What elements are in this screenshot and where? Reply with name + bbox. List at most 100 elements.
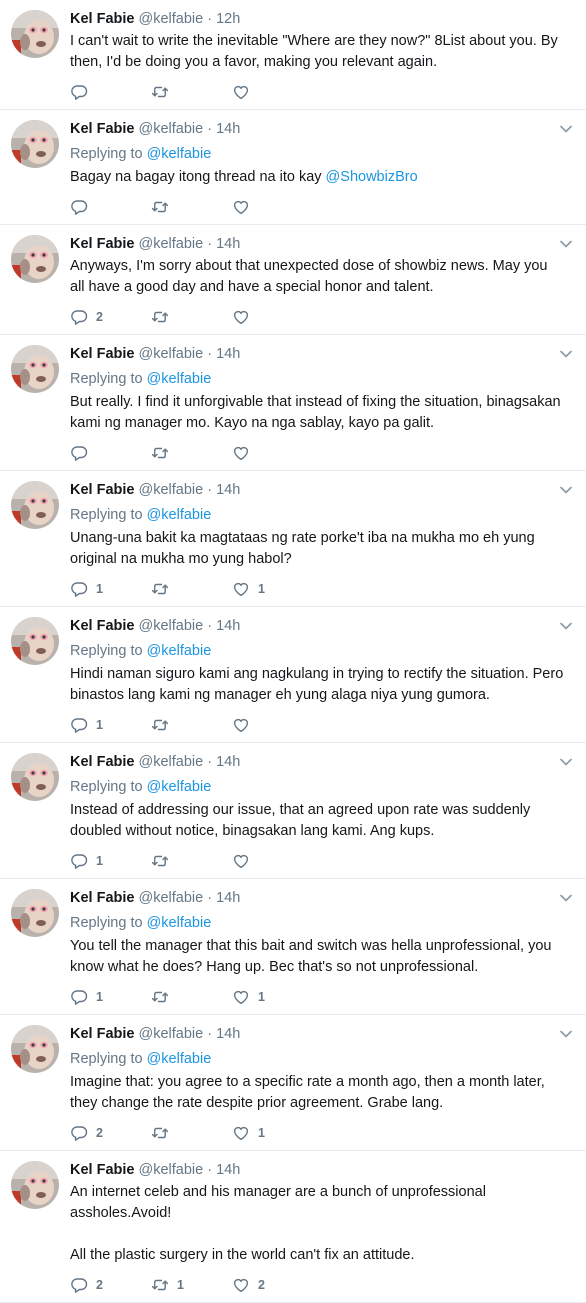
like-button[interactable] xyxy=(232,444,313,462)
heart-icon[interactable] xyxy=(232,716,250,734)
heart-icon[interactable] xyxy=(232,198,250,216)
author-handle[interactable]: @kelfabie xyxy=(139,1026,204,1042)
author-handle[interactable]: @kelfabie xyxy=(139,754,204,770)
reply-icon[interactable] xyxy=(70,444,88,462)
replying-to-link[interactable]: @kelfabie xyxy=(147,146,212,162)
heart-icon[interactable] xyxy=(232,852,250,870)
retweet-icon[interactable] xyxy=(151,198,169,216)
replying-to-link[interactable]: @kelfabie xyxy=(147,1051,212,1067)
tweet[interactable]: Kel Fabie @kelfabie · 14h Replying to @ke… xyxy=(0,743,586,879)
avatar[interactable] xyxy=(11,235,59,283)
reply-icon[interactable] xyxy=(70,308,88,326)
retweet-button[interactable] xyxy=(151,852,232,870)
retweet-button[interactable] xyxy=(151,988,232,1006)
avatar[interactable] xyxy=(11,481,59,529)
author-handle[interactable]: @kelfabie xyxy=(139,890,204,906)
retweet-button[interactable] xyxy=(151,580,232,598)
retweet-icon[interactable] xyxy=(151,852,169,870)
retweet-icon[interactable] xyxy=(151,1124,169,1142)
chevron-down-icon[interactable] xyxy=(559,755,573,769)
author-name[interactable]: Kel Fabie xyxy=(70,1026,134,1042)
reply-button[interactable]: 1 xyxy=(70,716,151,734)
retweet-button[interactable] xyxy=(151,83,232,101)
avatar[interactable] xyxy=(11,753,59,801)
tweet[interactable]: Kel Fabie @kelfabie · 14h Replying to @ke… xyxy=(0,110,586,225)
retweet-icon[interactable] xyxy=(151,83,169,101)
timestamp[interactable]: 14h xyxy=(216,482,240,498)
tweet[interactable]: Kel Fabie @kelfabie · 14h Replying to @ke… xyxy=(0,879,586,1015)
replying-to-link[interactable]: @kelfabie xyxy=(147,915,212,931)
retweet-button[interactable]: 1 xyxy=(151,1276,232,1294)
replying-to-link[interactable]: @kelfabie xyxy=(147,779,212,795)
timestamp[interactable]: 14h xyxy=(216,1026,240,1042)
reply-button[interactable] xyxy=(70,444,151,462)
like-button[interactable]: 1 xyxy=(232,580,313,598)
timestamp[interactable]: 14h xyxy=(216,346,240,362)
timestamp[interactable]: 12h xyxy=(216,11,240,27)
tweet[interactable]: Kel Fabie @kelfabie · 14h Replying to @ke… xyxy=(0,607,586,743)
reply-button[interactable] xyxy=(70,198,151,216)
avatar[interactable] xyxy=(11,120,59,168)
author-handle[interactable]: @kelfabie xyxy=(139,618,204,634)
timestamp[interactable]: 14h xyxy=(216,890,240,906)
replying-to-link[interactable]: @kelfabie xyxy=(147,643,212,659)
chevron-down-icon[interactable] xyxy=(559,347,573,361)
author-name[interactable]: Kel Fabie xyxy=(70,1162,134,1178)
author-handle[interactable]: @kelfabie xyxy=(139,346,204,362)
author-name[interactable]: Kel Fabie xyxy=(70,346,134,362)
retweet-icon[interactable] xyxy=(151,1276,169,1294)
heart-icon[interactable] xyxy=(232,444,250,462)
reply-button[interactable]: 2 xyxy=(70,1276,151,1294)
reply-button[interactable]: 1 xyxy=(70,580,151,598)
retweet-button[interactable] xyxy=(151,1124,232,1142)
like-button[interactable]: 2 xyxy=(232,1276,313,1294)
timestamp[interactable]: 14h xyxy=(216,121,240,137)
reply-icon[interactable] xyxy=(70,1276,88,1294)
tweet[interactable]: Kel Fabie @kelfabie · 14h Anyways, I'm so… xyxy=(0,225,586,335)
reply-icon[interactable] xyxy=(70,988,88,1006)
author-name[interactable]: Kel Fabie xyxy=(70,236,134,252)
chevron-down-icon[interactable] xyxy=(559,237,573,251)
author-handle[interactable]: @kelfabie xyxy=(139,11,204,27)
reply-button[interactable]: 2 xyxy=(70,1124,151,1142)
reply-icon[interactable] xyxy=(70,580,88,598)
chevron-down-icon[interactable] xyxy=(559,122,573,136)
heart-icon[interactable] xyxy=(232,308,250,326)
retweet-icon[interactable] xyxy=(151,444,169,462)
replying-to-link[interactable]: @kelfabie xyxy=(147,371,212,387)
chevron-down-icon[interactable] xyxy=(559,619,573,633)
avatar[interactable] xyxy=(11,889,59,937)
tweet[interactable]: Kel Fabie @kelfabie · 12h I can't wait to… xyxy=(0,0,586,110)
retweet-icon[interactable] xyxy=(151,716,169,734)
retweet-button[interactable] xyxy=(151,444,232,462)
retweet-icon[interactable] xyxy=(151,988,169,1006)
like-button[interactable]: 1 xyxy=(232,1124,313,1142)
author-handle[interactable]: @kelfabie xyxy=(139,1162,204,1178)
reply-button[interactable]: 2 xyxy=(70,308,151,326)
heart-icon[interactable] xyxy=(232,988,250,1006)
timestamp[interactable]: 14h xyxy=(216,1162,240,1178)
retweet-button[interactable] xyxy=(151,198,232,216)
like-button[interactable] xyxy=(232,308,313,326)
reply-button[interactable]: 1 xyxy=(70,988,151,1006)
like-button[interactable] xyxy=(232,852,313,870)
author-name[interactable]: Kel Fabie xyxy=(70,618,134,634)
author-name[interactable]: Kel Fabie xyxy=(70,121,134,137)
chevron-down-icon[interactable] xyxy=(559,891,573,905)
author-handle[interactable]: @kelfabie xyxy=(139,121,204,137)
author-name[interactable]: Kel Fabie xyxy=(70,754,134,770)
tweet[interactable]: Kel Fabie @kelfabie · 14h Replying to @ke… xyxy=(0,1015,586,1151)
reply-icon[interactable] xyxy=(70,852,88,870)
heart-icon[interactable] xyxy=(232,83,250,101)
like-button[interactable]: 1 xyxy=(232,988,313,1006)
heart-icon[interactable] xyxy=(232,580,250,598)
chevron-down-icon[interactable] xyxy=(559,1027,573,1041)
reply-icon[interactable] xyxy=(70,1124,88,1142)
tweet[interactable]: Kel Fabie @kelfabie · 14h An internet cel… xyxy=(0,1151,586,1303)
replying-to-link[interactable]: @kelfabie xyxy=(147,507,212,523)
retweet-button[interactable] xyxy=(151,716,232,734)
retweet-icon[interactable] xyxy=(151,580,169,598)
reply-button[interactable] xyxy=(70,83,151,101)
avatar[interactable] xyxy=(11,345,59,393)
reply-icon[interactable] xyxy=(70,83,88,101)
